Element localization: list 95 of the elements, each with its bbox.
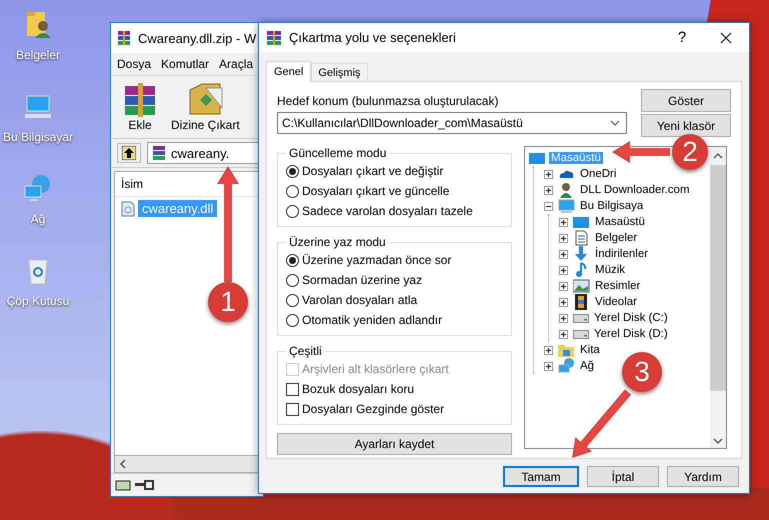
save-settings-button[interactable]: Ayarları kaydet	[277, 433, 512, 455]
radio-button[interactable]	[286, 274, 299, 286]
group-title: Güncelleme modu	[288, 146, 388, 160]
expander-icon[interactable]	[559, 234, 568, 242]
option-label: Varolan dosyaları atla	[302, 293, 418, 307]
option-label: Arşivleri alt klasörlere çıkart	[302, 362, 449, 376]
monitor-icon	[558, 198, 575, 214]
path-combo-field[interactable]: C:\Kullanıcılar\DllDownloader_com\Masaüstü	[277, 112, 627, 134]
option-label: Sadece varolan dosyaları tazele	[302, 204, 473, 218]
archive-books-icon	[116, 30, 132, 46]
archive-books-icon	[151, 145, 167, 161]
tree-item[interactable]: Belgeler	[593, 232, 640, 244]
person-icon	[558, 182, 575, 198]
option-label: Dosyaları Gezginde göster	[302, 402, 444, 416]
expander-icon[interactable]	[544, 202, 553, 210]
folder-icon	[558, 342, 575, 358]
dialog-button[interactable]: Tamam	[503, 466, 579, 487]
menu-item[interactable]: Komutlar	[161, 57, 210, 71]
side-button[interactable]: Göster	[641, 89, 731, 112]
tab[interactable]: Gelişmiş	[311, 63, 368, 81]
tree-item[interactable]: İndirilenler	[593, 248, 650, 260]
tree-item[interactable]: Videolar	[593, 296, 639, 308]
chevron-up-icon	[713, 153, 723, 159]
scroll-left-icon	[119, 459, 127, 469]
horizontal-scrollbar[interactable]	[114, 456, 260, 473]
drive-icon	[573, 330, 589, 338]
checkbox[interactable]	[286, 402, 299, 416]
globe-monitor-icon	[558, 358, 575, 374]
vertical-scrollbar[interactable]	[710, 147, 726, 448]
expander-icon[interactable]	[559, 314, 568, 322]
monitor-icon	[529, 150, 546, 166]
annotation-arrow	[572, 389, 632, 458]
expander-icon[interactable]	[559, 266, 568, 274]
down-arrow-icon	[573, 246, 590, 262]
monitor-icon	[573, 214, 590, 230]
tree-item[interactable]: OneDri	[578, 168, 618, 180]
chevron-down-icon	[610, 120, 620, 126]
toolbar-button[interactable]: Ekle	[117, 76, 163, 138]
radio-button[interactable]	[286, 184, 299, 198]
side-button[interactable]: Yeni klasör	[641, 114, 731, 137]
radio-button[interactable]	[286, 314, 299, 326]
expander-icon[interactable]	[544, 186, 553, 194]
window-title: Cwareany.dll.zip - W	[138, 30, 256, 46]
tree-item[interactable]: Bu Bilgisaya	[578, 200, 646, 212]
checkbox[interactable]	[286, 382, 299, 396]
scroll-thumb[interactable]	[710, 165, 726, 391]
group-title: Çeşitli	[288, 344, 323, 358]
option-label: Otomatik yeniden adlandır	[302, 313, 442, 327]
tree-item[interactable]: Müzik	[593, 264, 628, 276]
file-icon	[121, 200, 135, 216]
toolbar-button[interactable]: Dizine Çıkart	[167, 76, 244, 138]
expander-icon[interactable]	[559, 218, 568, 226]
tree-item[interactable]: Resimler	[593, 280, 642, 292]
tree-item[interactable]: Yerel Disk (C:)	[592, 312, 670, 324]
up-folder-button[interactable]	[117, 143, 141, 163]
expander-icon[interactable]	[559, 250, 568, 258]
expander-icon[interactable]	[559, 298, 568, 306]
chevron-down-icon	[713, 438, 723, 444]
tree-item[interactable]: Masaüstü	[593, 216, 647, 228]
archive-books-icon	[265, 28, 283, 46]
expander-icon[interactable]	[544, 170, 553, 178]
expander-icon[interactable]	[559, 282, 568, 290]
film-strip-icon	[573, 294, 590, 310]
tab[interactable]: Genel	[266, 61, 312, 82]
dialog-button[interactable]: İptal	[587, 466, 659, 487]
dialog-button[interactable]: Yardım	[667, 466, 739, 487]
radio-button[interactable]	[286, 294, 299, 306]
close-icon	[720, 32, 732, 44]
landscape-picture-icon	[573, 278, 590, 294]
window-title: Çıkartma yolu ve seçenekleri	[289, 30, 457, 45]
option-label: Bozuk dosyaları koru	[302, 382, 414, 396]
menu-item[interactable]: Dosya	[117, 57, 152, 71]
option-label: Dosyaları çıkart ve değiştir	[302, 164, 444, 178]
option-label: Dosyaları çıkart ve güncelle	[302, 184, 450, 198]
expander-icon[interactable]	[544, 362, 553, 370]
menu-item[interactable]: Araçla	[219, 57, 254, 71]
help-button[interactable]: ?	[667, 28, 697, 47]
document-icon	[573, 230, 590, 246]
option-label: Üzerine yazmadan önce sor	[302, 253, 452, 267]
expander-icon[interactable]	[559, 330, 568, 338]
tree-item[interactable]: Yerel Disk (D:)	[592, 328, 670, 340]
group-title: Üzerine yaz modu	[288, 235, 387, 249]
drive-key-icon	[115, 479, 155, 491]
column-header[interactable]: İsim	[121, 177, 143, 191]
expander-icon[interactable]	[544, 346, 553, 354]
annotation-arrow	[612, 141, 670, 163]
option-label: Sormadan üzerine yaz	[302, 273, 422, 287]
tree-item[interactable]: DLL Downloader.com	[578, 184, 692, 196]
drive-icon	[573, 314, 589, 322]
tree-item[interactable]: Kita	[578, 344, 602, 356]
radio-button[interactable]	[286, 254, 299, 266]
radio-button[interactable]	[286, 164, 299, 178]
radio-button[interactable]	[286, 204, 299, 218]
tree-item[interactable]: Ağ	[578, 360, 596, 372]
field-label: Hedef konum (bulunmazsa oluşturulacak)	[277, 94, 500, 108]
